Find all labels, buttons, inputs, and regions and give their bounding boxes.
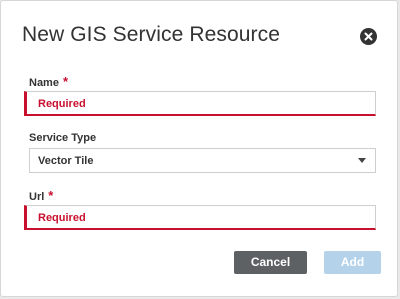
dialog-title: New GIS Service Resource [22, 23, 280, 46]
name-label: Name * [29, 74, 68, 89]
chevron-down-icon [358, 158, 366, 163]
close-button[interactable] [360, 28, 377, 45]
url-label: Url * [29, 188, 53, 203]
name-required-marker: * [62, 74, 69, 89]
new-gis-service-resource-dialog: New GIS Service Resource Name * Required … [0, 0, 398, 297]
name-input[interactable]: Required [24, 91, 376, 116]
name-label-text: Name [29, 77, 59, 89]
url-label-text: Url [29, 191, 45, 203]
url-input[interactable]: Required [24, 205, 376, 230]
url-validation-message: Required [38, 212, 86, 224]
name-validation-message: Required [38, 98, 86, 110]
service-type-selected-value: Vector Tile [38, 155, 94, 167]
service-type-select[interactable]: Vector Tile [29, 148, 376, 173]
service-type-label: Service Type [29, 132, 97, 144]
add-button[interactable]: Add [324, 251, 381, 274]
url-required-marker: * [48, 188, 54, 203]
cancel-button[interactable]: Cancel [234, 251, 307, 274]
close-icon [364, 32, 373, 41]
